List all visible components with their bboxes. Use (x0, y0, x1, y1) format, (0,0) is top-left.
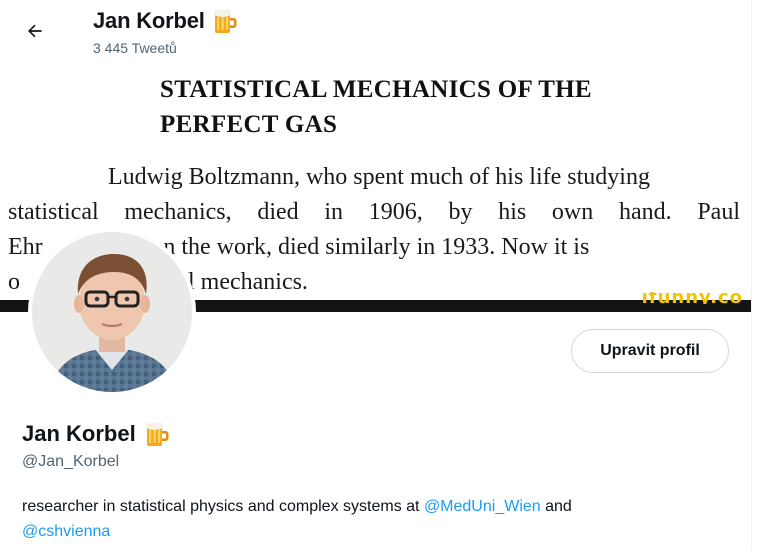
arrow-left-icon (28, 24, 42, 38)
header-name: Jan Korbel (93, 8, 205, 33)
profile-name: Jan Korbel (22, 420, 171, 448)
bio-link-cshvienna[interactable]: @cshvienna (22, 523, 110, 540)
profile-bio: researcher in statistical physics and co… (22, 498, 572, 540)
header-title: Jan Korbel (93, 7, 239, 35)
profile-avatar[interactable] (28, 228, 196, 396)
banner-title: STATISTICAL MECHANICS OF THE PERFECT GAS (160, 76, 592, 138)
top-header: Jan Korbel 3 445 Tweetů (0, 0, 751, 60)
back-button[interactable] (18, 14, 52, 48)
profile-handle: @Jan_Korbel (22, 453, 120, 470)
bio-link-meduni[interactable]: @MedUni_Wien (424, 498, 541, 515)
edit-profile-button[interactable]: Upravit profil (571, 329, 729, 373)
beer-mug-icon (213, 9, 237, 33)
beer-mug-icon (145, 422, 169, 446)
tweet-count: 3 445 Tweetů (93, 40, 177, 56)
ifunny-watermark: ifunny.co (641, 292, 743, 304)
avatar-photo (32, 232, 192, 392)
profile-column: Jan Korbel 3 445 Tweetů STATISTICAL MECH… (0, 0, 752, 550)
